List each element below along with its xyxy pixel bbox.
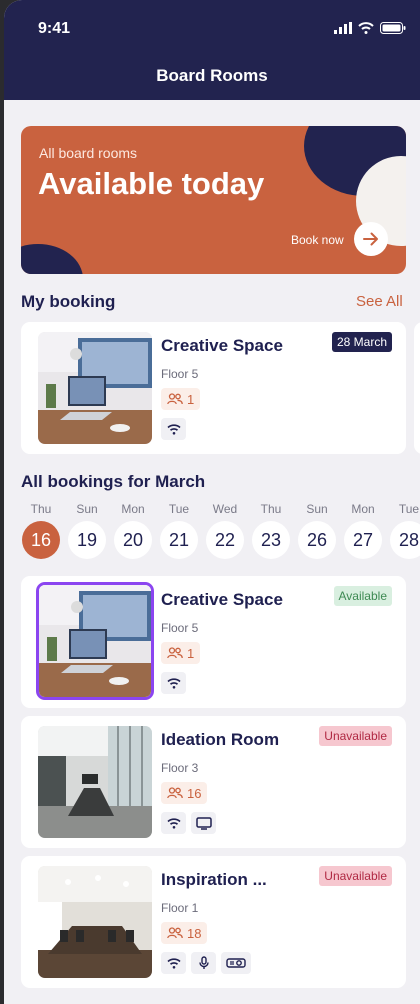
day-name: Tue (168, 502, 190, 516)
room-photo (38, 726, 152, 838)
room-photo (38, 332, 152, 444)
day-23[interactable]: Thu 23 (251, 502, 291, 559)
room-floor: Floor 3 (161, 761, 199, 775)
battery-icon (380, 22, 406, 34)
status-badge: Unavailable (319, 726, 392, 746)
day-name: Wed (212, 502, 238, 516)
page-title: Board Rooms (156, 66, 268, 85)
microphone-icon (191, 952, 216, 974)
room-name: Creative Space (161, 336, 283, 355)
people-icon (167, 647, 183, 659)
capacity-value: 16 (187, 785, 202, 801)
wifi-icon (161, 812, 186, 834)
day-19[interactable]: Sun 19 (67, 502, 107, 559)
book-now-label[interactable]: Book now (291, 233, 344, 247)
day-26[interactable]: Sun 26 (297, 502, 337, 559)
wifi-status-icon (358, 22, 374, 34)
wifi-icon (161, 672, 186, 694)
my-booking-heading: My booking (21, 292, 116, 311)
capacity-value: 18 (187, 925, 202, 941)
next-booking-card-peek[interactable] (414, 322, 420, 454)
amenities-list (161, 812, 216, 834)
status-icons (334, 22, 406, 34)
day-27[interactable]: Mon 27 (343, 502, 383, 559)
amenities-list (161, 418, 186, 440)
day-number: 22 (206, 521, 244, 559)
day-22[interactable]: Wed 22 (205, 502, 245, 559)
status-time: 9:41 (38, 20, 71, 37)
day-number: 21 (160, 521, 198, 559)
banner-subtitle: All board rooms (39, 145, 138, 161)
day-number: 27 (344, 521, 382, 559)
amenities-list (161, 672, 186, 694)
people-icon (167, 393, 183, 405)
all-bookings-heading: All bookings for March (21, 472, 206, 491)
room-name: Inspiration ... (161, 870, 267, 889)
date-strip: Thu 16 Sun 19 Mon 20 Tue 21 Wed 22 Thu 23 Sun 2… (21, 502, 420, 562)
day-number: 19 (68, 521, 106, 559)
room-photo (36, 582, 154, 700)
capacity-chip: 18 (161, 922, 208, 944)
room-name: Ideation Room (161, 730, 280, 749)
projector-icon (221, 952, 251, 974)
day-16[interactable]: Thu 16 (21, 502, 61, 559)
day-name: Mon (121, 502, 145, 516)
day-28[interactable]: Tue 28 (389, 502, 420, 559)
status-badge: Available (333, 586, 392, 606)
room-floor: Floor 5 (161, 367, 199, 381)
availability-banner[interactable]: All board rooms Available today Book now (21, 126, 406, 274)
app-screen: 9:41 Board Rooms All board rooms Availab… (4, 0, 420, 1004)
banner-title: Available today (38, 166, 265, 201)
monitor-icon (191, 812, 216, 834)
people-icon (167, 787, 183, 799)
day-name: Sun (76, 502, 98, 516)
book-now-button[interactable] (354, 222, 388, 256)
capacity-chip: 1 (161, 388, 201, 410)
room-card[interactable]: Inspiration ... Unavailable Floor 1 18 (21, 856, 406, 988)
room-floor: Floor 1 (161, 901, 199, 915)
room-floor: Floor 5 (161, 621, 199, 635)
day-name: Thu (30, 502, 52, 516)
day-number: 26 (298, 521, 336, 559)
app-header: 9:41 Board Rooms (4, 0, 420, 100)
status-badge: Unavailable (319, 866, 392, 886)
capacity-chip: 1 (161, 642, 201, 664)
arrow-right-icon (363, 232, 378, 246)
day-number: 16 (22, 521, 60, 559)
day-name: Thu (260, 502, 282, 516)
booking-date-badge: 28 March (331, 332, 392, 352)
day-number: 23 (252, 521, 290, 559)
day-name: Tue (398, 502, 420, 516)
capacity-value: 1 (187, 391, 195, 407)
room-card[interactable]: Ideation Room Unavailable Floor 3 16 (21, 716, 406, 848)
capacity-chip: 16 (161, 782, 208, 804)
see-all-link[interactable]: See All (356, 293, 403, 310)
my-booking-card[interactable]: Creative Space 28 March Floor 5 1 (21, 322, 406, 454)
day-20[interactable]: Mon 20 (113, 502, 153, 559)
day-21[interactable]: Tue 21 (159, 502, 199, 559)
wifi-icon (161, 418, 186, 440)
day-number: 28 (390, 521, 420, 559)
day-name: Sun (306, 502, 328, 516)
wifi-icon (161, 952, 186, 974)
room-card[interactable]: Creative Space Available Floor 5 1 (21, 576, 406, 708)
room-name: Creative Space (161, 590, 283, 609)
cellular-signal-icon (334, 22, 352, 34)
day-number: 20 (114, 521, 152, 559)
room-photo (38, 866, 152, 978)
amenities-list (161, 952, 251, 974)
capacity-value: 1 (187, 645, 195, 661)
people-icon (167, 927, 183, 939)
decorative-blob (21, 244, 83, 274)
day-name: Mon (351, 502, 375, 516)
